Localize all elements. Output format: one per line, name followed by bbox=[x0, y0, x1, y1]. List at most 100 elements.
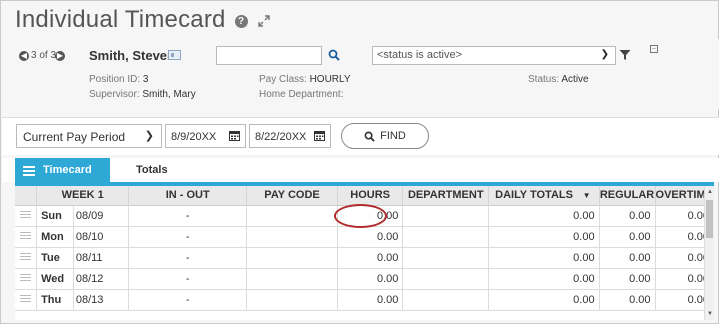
row-daily-total: 0.00 bbox=[488, 247, 600, 269]
drag-lines-icon[interactable] bbox=[20, 252, 32, 261]
row-hours[interactable]: 0.00 bbox=[337, 289, 404, 311]
drag-lines-icon[interactable] bbox=[20, 231, 32, 240]
drag-handle-icon[interactable] bbox=[15, 289, 38, 311]
drag-handle-icon[interactable] bbox=[15, 226, 38, 248]
drag-handle-icon[interactable] bbox=[15, 205, 38, 227]
table-row[interactable]: Mon 08/10-0.00 0.00 0.00 0.00 bbox=[15, 226, 714, 248]
search-icon[interactable] bbox=[328, 49, 340, 61]
timecard-table: WEEK 1 IN - OUT PAY CODE HOURS DEPARTMEN… bbox=[15, 186, 714, 311]
row-in-out[interactable]: - bbox=[128, 205, 248, 227]
position-id-value: 3 bbox=[142, 74, 149, 85]
start-date-value: 8/9/20XX bbox=[171, 131, 217, 143]
row-day: Thu bbox=[36, 289, 74, 311]
employee-search-input[interactable] bbox=[216, 46, 322, 65]
row-pay-code[interactable] bbox=[246, 268, 338, 290]
expand-arrows-icon[interactable] bbox=[257, 14, 271, 28]
drag-lines-icon[interactable] bbox=[20, 210, 32, 219]
page-title: Individual Timecard bbox=[15, 6, 226, 33]
status-filter-select[interactable]: <status is active> ❯ bbox=[372, 46, 616, 65]
end-date-input[interactable]: 8/22/20XX bbox=[249, 124, 331, 148]
supervisor-value: Smith, Mary bbox=[142, 89, 196, 100]
row-hours[interactable]: 0.00 bbox=[337, 226, 404, 248]
row-hours[interactable]: 0.00 bbox=[337, 268, 404, 290]
employee-header: ◀ 3 of 3 ▶ Smith, Steven <status is acti… bbox=[2, 39, 719, 109]
employee-name[interactable]: Smith, Steven bbox=[89, 48, 175, 63]
row-in-out[interactable]: - bbox=[128, 226, 248, 248]
supervisor-label: Supervisor: Smith, Mary bbox=[89, 89, 196, 100]
chevron-left-circle-icon[interactable]: ◀ bbox=[19, 51, 29, 61]
home-department-label: Home Department: bbox=[259, 89, 344, 100]
filter-icon[interactable] bbox=[619, 49, 631, 61]
column-header-department: DEPARTMENT bbox=[402, 186, 490, 206]
grid-scrollbar[interactable]: ▲ ▼ bbox=[704, 186, 714, 320]
chevron-down-icon: ❯ bbox=[144, 130, 154, 142]
table-row[interactable]: Wed 08/12-0.00 0.00 0.00 0.00 bbox=[15, 268, 714, 290]
row-pay-code[interactable] bbox=[246, 205, 338, 227]
table-row[interactable]: Tue 08/11-0.00 0.00 0.00 0.00 bbox=[15, 247, 714, 269]
row-department[interactable] bbox=[402, 289, 490, 311]
find-button[interactable]: FIND bbox=[341, 123, 429, 149]
row-regular: 0.00 bbox=[599, 226, 656, 248]
scrollbar-thumb[interactable] bbox=[706, 200, 713, 238]
pay-class-label: Pay Class: HOURLY bbox=[259, 74, 351, 85]
drag-lines-icon[interactable] bbox=[20, 273, 32, 282]
calendar-icon[interactable] bbox=[229, 130, 240, 141]
row-daily-total: 0.00 bbox=[488, 289, 600, 311]
chevron-down-icon: ❯ bbox=[600, 49, 609, 60]
table-header-row: WEEK 1 IN - OUT PAY CODE HOURS DEPARTMEN… bbox=[15, 186, 714, 206]
find-button-label: FIND bbox=[380, 130, 406, 142]
row-date: 08/09 bbox=[73, 205, 130, 227]
row-pay-code[interactable] bbox=[246, 289, 338, 311]
id-card-icon[interactable] bbox=[168, 50, 181, 60]
row-department[interactable] bbox=[402, 247, 490, 269]
row-hours[interactable]: 0.00 bbox=[337, 247, 404, 269]
row-daily-total: 0.00 bbox=[488, 226, 600, 248]
timecard-toolbar: Current Pay Period ❯ 8/9/20XX 8/22/20XX bbox=[2, 117, 719, 155]
row-pay-code[interactable] bbox=[246, 247, 338, 269]
start-date-input[interactable]: 8/9/20XX bbox=[165, 124, 246, 148]
pay-period-value: Current Pay Period bbox=[23, 130, 126, 144]
column-header-week: WEEK 1 bbox=[36, 186, 130, 206]
column-header-pay-code: PAY CODE bbox=[246, 186, 338, 206]
calendar-icon[interactable] bbox=[314, 130, 325, 141]
question-circle-icon[interactable]: ? bbox=[234, 14, 248, 28]
scroll-up-arrow-icon[interactable]: ▲ bbox=[706, 188, 714, 196]
table-row[interactable]: Sun 08/09-0.00 0.00 0.00 0.00 bbox=[15, 205, 714, 227]
drag-handle-icon[interactable] bbox=[15, 247, 38, 269]
row-pay-code[interactable] bbox=[246, 226, 338, 248]
sort-down-icon[interactable]: ▼ bbox=[583, 191, 591, 200]
tabs-bar: Timecard Totals bbox=[2, 158, 719, 182]
pay-period-select[interactable]: Current Pay Period ❯ bbox=[16, 124, 162, 148]
end-date-value: 8/22/20XX bbox=[255, 131, 307, 143]
row-department[interactable] bbox=[402, 205, 490, 227]
row-in-out[interactable]: - bbox=[128, 289, 248, 311]
collapse-icon[interactable]: – bbox=[650, 45, 658, 53]
drag-column-header bbox=[15, 186, 38, 206]
row-day: Mon bbox=[36, 226, 74, 248]
row-in-out[interactable]: - bbox=[128, 247, 248, 269]
row-day: Sun bbox=[36, 205, 74, 227]
row-daily-total: 0.00 bbox=[488, 205, 600, 227]
row-date: 08/12 bbox=[73, 268, 130, 290]
drag-handle-icon[interactable] bbox=[15, 268, 38, 290]
timecard-window: Individual Timecard ? ◀ 3 of 3 ▶ Smith, … bbox=[0, 0, 719, 324]
table-row[interactable]: Thu 08/13-0.00 0.00 0.00 0.00 bbox=[15, 289, 714, 311]
row-department[interactable] bbox=[402, 268, 490, 290]
row-in-out[interactable]: - bbox=[128, 268, 248, 290]
row-hours[interactable]: 0.00 bbox=[337, 205, 404, 227]
status-value: Active bbox=[561, 74, 589, 85]
row-regular: 0.00 bbox=[599, 268, 656, 290]
pay-class-value: HOURLY bbox=[309, 74, 351, 85]
chevron-right-circle-icon[interactable]: ▶ bbox=[55, 51, 65, 61]
status-filter-value: <status is active> bbox=[377, 49, 462, 61]
row-regular: 0.00 bbox=[599, 247, 656, 269]
column-header-daily-totals[interactable]: DAILY TOTALS ▼ bbox=[488, 186, 600, 206]
row-regular: 0.00 bbox=[599, 289, 656, 311]
tab-totals-label: Totals bbox=[136, 164, 168, 176]
timecard-grid: WEEK 1 IN - OUT PAY CODE HOURS DEPARTMEN… bbox=[15, 186, 714, 320]
row-department[interactable] bbox=[402, 226, 490, 248]
tab-timecard[interactable]: Timecard bbox=[15, 158, 110, 182]
scroll-down-arrow-icon[interactable]: ▼ bbox=[706, 310, 714, 318]
tab-totals[interactable]: Totals bbox=[111, 158, 175, 182]
drag-lines-icon[interactable] bbox=[20, 294, 32, 303]
